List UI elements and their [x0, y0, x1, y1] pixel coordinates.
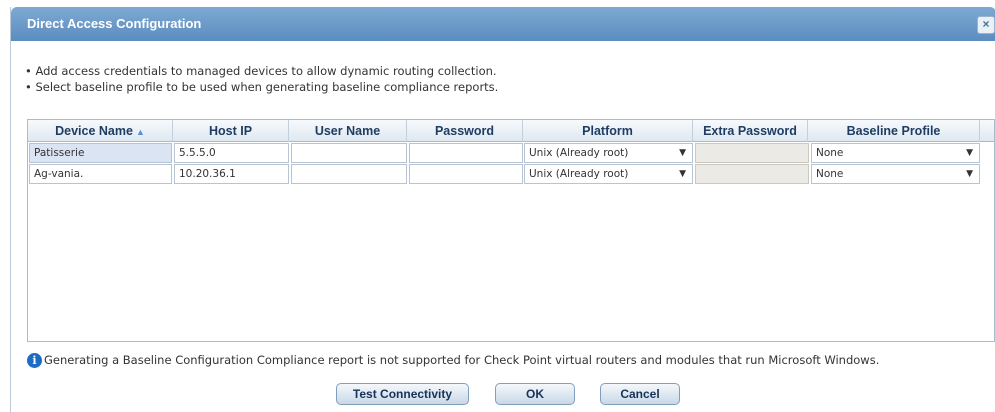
column-header-platform[interactable]: Platform — [523, 120, 693, 142]
compliance-note: i Generating a Baseline Configuration Com… — [27, 353, 879, 368]
test-connectivity-button[interactable]: Test Connectivity — [336, 383, 469, 405]
column-header-host-ip[interactable]: Host IP — [173, 120, 289, 142]
table-row: Patisserie 5.5.5.0 Unix (Already root) ▼ … — [28, 142, 994, 164]
column-header-baseline-profile[interactable]: Baseline Profile — [808, 120, 980, 142]
chevron-down-icon[interactable]: ▼ — [966, 165, 973, 183]
device-name-cell: Patisserie — [29, 143, 172, 163]
chevron-down-icon[interactable]: ▼ — [679, 165, 686, 183]
extra-password-input — [695, 143, 809, 163]
dialog-titlebar[interactable]: Direct Access Configuration × — [11, 7, 995, 41]
ok-button[interactable]: OK — [495, 383, 575, 405]
info-icon: i — [27, 353, 42, 368]
chevron-down-icon[interactable]: ▼ — [966, 144, 973, 162]
host-ip-input[interactable]: 10.20.36.1 — [174, 164, 289, 184]
extra-password-input — [695, 164, 809, 184]
note-text: Generating a Baseline Configuration Comp… — [44, 353, 880, 367]
devices-table: Device Name ▲ Host IP User Name Password … — [27, 119, 995, 342]
close-icon[interactable]: × — [977, 16, 995, 34]
table-row: Ag-vania. 10.20.36.1 Unix (Already root)… — [28, 163, 994, 185]
column-header-user-name[interactable]: User Name — [289, 120, 407, 142]
direct-access-dialog: Direct Access Configuration × • Add acce… — [10, 7, 995, 412]
sort-arrows-icon[interactable]: ▲ — [136, 127, 145, 137]
column-header-extra-password[interactable]: Extra Password — [693, 120, 808, 142]
platform-select[interactable]: Unix (Already root) ▼ — [524, 143, 693, 163]
instructions: • Add access credentials to managed devi… — [25, 63, 498, 95]
user-name-input[interactable] — [291, 164, 407, 184]
baseline-profile-select[interactable]: None ▼ — [811, 143, 980, 163]
instruction-line: • Add access credentials to managed devi… — [25, 64, 497, 78]
platform-select[interactable]: Unix (Already root) ▼ — [524, 164, 693, 184]
device-name-cell: Ag-vania. — [29, 164, 172, 184]
column-header-device-name[interactable]: Device Name ▲ — [28, 120, 173, 142]
instruction-line: • Select baseline profile to be used whe… — [25, 80, 499, 94]
column-header-password[interactable]: Password — [407, 120, 523, 142]
host-ip-input[interactable]: 5.5.5.0 — [174, 143, 289, 163]
dialog-title: Direct Access Configuration — [27, 16, 202, 31]
baseline-profile-select[interactable]: None ▼ — [811, 164, 980, 184]
table-header: Device Name ▲ Host IP User Name Password … — [28, 120, 994, 142]
user-name-input[interactable] — [291, 143, 407, 163]
password-input[interactable] — [409, 164, 523, 184]
password-input[interactable] — [409, 143, 523, 163]
cancel-button[interactable]: Cancel — [600, 383, 680, 405]
chevron-down-icon[interactable]: ▼ — [679, 144, 686, 162]
